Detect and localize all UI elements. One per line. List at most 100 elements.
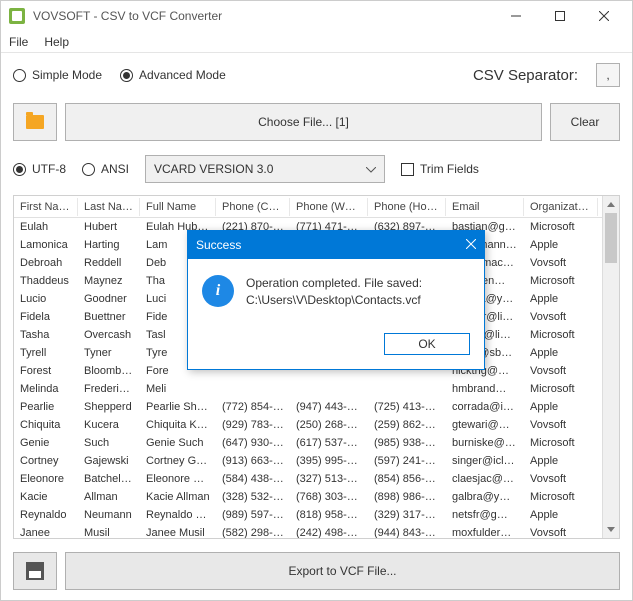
table-cell: Microsoft xyxy=(524,220,598,234)
vertical-scrollbar[interactable] xyxy=(602,196,619,538)
open-file-icon-button[interactable] xyxy=(13,103,57,141)
table-cell: (725) 413-… xyxy=(368,400,446,414)
table-cell: Thaddeus xyxy=(14,274,78,288)
column-header[interactable]: Organization xyxy=(524,198,598,216)
table-cell: Reddell xyxy=(78,256,140,270)
vcard-version-select[interactable]: VCARD VERSION 3.0 xyxy=(145,155,385,183)
scroll-thumb[interactable] xyxy=(605,213,617,263)
app-icon xyxy=(9,8,25,24)
dialog-titlebar: Success xyxy=(188,231,484,259)
menu-file[interactable]: File xyxy=(9,35,28,49)
radio-advanced-mode[interactable]: Advanced Mode xyxy=(120,68,226,82)
table-cell: (597) 241-… xyxy=(368,454,446,468)
dialog-close-button[interactable] xyxy=(466,238,476,252)
export-bar: Export to VCF File... xyxy=(13,552,620,590)
table-cell: Eulah xyxy=(14,220,78,234)
table-cell: moxfulder… xyxy=(446,526,524,539)
choose-file-button[interactable]: Choose File... [1] xyxy=(65,103,542,141)
table-cell: corrada@i… xyxy=(446,400,524,414)
table-cell: Meli xyxy=(140,382,216,396)
table-row[interactable]: MelindaFredericksMelihmbrand…Microsoft xyxy=(14,380,619,398)
table-cell: (913) 663-… xyxy=(216,454,290,468)
table-cell: Eleonore xyxy=(14,472,78,486)
export-button[interactable]: Export to VCF File... xyxy=(65,552,620,590)
table-cell: Batchelder xyxy=(78,472,140,486)
table-row[interactable]: GenieSuchGenie Such(647) 930-…(617) 537-… xyxy=(14,434,619,452)
ok-button[interactable]: OK xyxy=(384,333,470,355)
clear-button[interactable]: Clear xyxy=(550,103,620,141)
info-icon: i xyxy=(202,275,234,307)
table-cell: Reynaldo xyxy=(14,508,78,522)
table-cell: burniske@… xyxy=(446,436,524,450)
radio-utf8[interactable]: UTF-8 xyxy=(13,162,66,176)
table-cell: Genie xyxy=(14,436,78,450)
menubar: File Help xyxy=(1,31,632,53)
maximize-button[interactable] xyxy=(540,4,580,28)
close-button[interactable] xyxy=(584,4,624,28)
table-cell xyxy=(368,388,446,390)
dialog-message: Operation completed. File saved: C:\User… xyxy=(246,275,422,309)
table-cell: (947) 443-… xyxy=(290,400,368,414)
table-cell: Harting xyxy=(78,238,140,252)
table-row[interactable]: JaneeMusilJanee Musil(582) 298-…(242) 49… xyxy=(14,524,619,539)
column-header[interactable]: First Name xyxy=(14,198,78,216)
table-cell: Apple xyxy=(524,238,598,252)
table-cell: Janee xyxy=(14,526,78,539)
csv-separator-input[interactable]: , xyxy=(596,63,620,87)
table-cell: Tyrell xyxy=(14,346,78,360)
table-cell: hmbrand… xyxy=(446,382,524,396)
table-cell: Tasha xyxy=(14,328,78,342)
table-cell: Microsoft xyxy=(524,274,598,288)
column-header[interactable]: Phone (Ho… xyxy=(368,198,446,216)
menu-help[interactable]: Help xyxy=(44,35,69,49)
checkbox-trim-fields[interactable]: Trim Fields xyxy=(401,162,479,176)
table-cell: Fidela xyxy=(14,310,78,324)
table-cell: Forest xyxy=(14,364,78,378)
table-row[interactable]: CortneyGajewskiCortney G…(913) 663-…(395… xyxy=(14,452,619,470)
table-cell: Such xyxy=(78,436,140,450)
titlebar: VOVSOFT - CSV to VCF Converter xyxy=(1,1,632,31)
table-cell: gtewari@… xyxy=(446,418,524,432)
minimize-button[interactable] xyxy=(496,4,536,28)
table-cell: Overcash xyxy=(78,328,140,342)
table-cell: (929) 783-… xyxy=(216,418,290,432)
column-header[interactable]: Phone (Wo… xyxy=(290,198,368,216)
table-cell: Vovsoft xyxy=(524,364,598,378)
floppy-icon xyxy=(26,562,44,580)
column-header[interactable]: Phone (Cell) xyxy=(216,198,290,216)
radio-simple-mode[interactable]: Simple Mode xyxy=(13,68,102,82)
table-cell xyxy=(368,370,446,372)
csv-separator-label: CSV Separator: xyxy=(473,67,578,84)
table-cell: Hubert xyxy=(78,220,140,234)
table-row[interactable]: ChiquitaKuceraChiquita K…(929) 783-…(250… xyxy=(14,416,619,434)
table-row[interactable]: ReynaldoNeumannReynaldo …(989) 597-…(818… xyxy=(14,506,619,524)
table-cell: Kacie xyxy=(14,490,78,504)
scroll-up-icon[interactable] xyxy=(603,196,619,213)
table-cell: (582) 298-… xyxy=(216,526,290,539)
table-cell: Fredericks xyxy=(78,382,140,396)
table-cell xyxy=(290,388,368,390)
table-cell: netsfr@g… xyxy=(446,508,524,522)
table-cell: (854) 856-… xyxy=(368,472,446,486)
table-cell: Musil xyxy=(78,526,140,539)
encoding-bar: UTF-8 ANSI VCARD VERSION 3.0 Trim Fields xyxy=(1,147,632,191)
table-cell: Eleonore B… xyxy=(140,472,216,486)
column-header[interactable]: Full Name xyxy=(140,198,216,216)
radio-ansi[interactable]: ANSI xyxy=(82,162,129,176)
table-cell: Tyner xyxy=(78,346,140,360)
scroll-down-icon[interactable] xyxy=(603,521,619,538)
table-cell: (944) 843-… xyxy=(368,526,446,539)
table-cell: Debroah xyxy=(14,256,78,270)
column-header[interactable]: Email xyxy=(446,198,524,216)
table-cell: Microsoft xyxy=(524,328,598,342)
table-cell: Allman xyxy=(78,490,140,504)
table-cell: (242) 498-… xyxy=(290,526,368,539)
table-row[interactable]: KacieAllmanKacie Allman(328) 532-…(768) … xyxy=(14,488,619,506)
table-cell: Melinda xyxy=(14,382,78,396)
table-cell xyxy=(216,388,290,390)
table-row[interactable]: EleonoreBatchelderEleonore B…(584) 438-…… xyxy=(14,470,619,488)
column-header[interactable]: Last Name xyxy=(78,198,140,216)
table-cell: Chiquita xyxy=(14,418,78,432)
save-icon-button[interactable] xyxy=(13,552,57,590)
table-row[interactable]: PearlieShepperdPearlie Sh…(772) 854-…(94… xyxy=(14,398,619,416)
